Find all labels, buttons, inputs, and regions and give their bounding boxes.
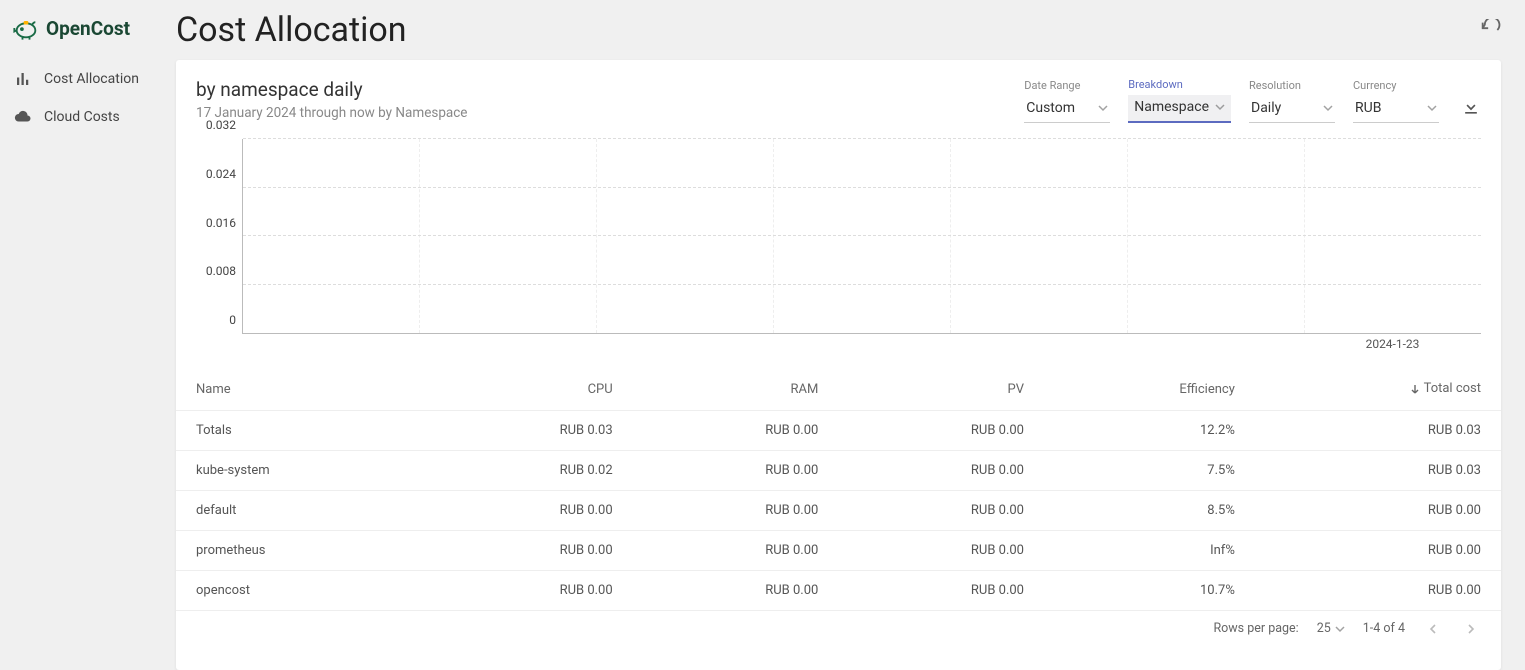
table-row[interactable]: defaultRUB 0.00RUB 0.00RUB 0.008.5%RUB 0… [176,490,1501,530]
x-tick-label [773,334,950,351]
cell-total: RUB 0.00 [1255,490,1501,530]
column-header[interactable]: Total cost [1255,369,1501,410]
x-tick-label [1127,334,1304,351]
cell-cpu: RUB 0.02 [427,450,633,490]
x-tick-label [950,334,1127,351]
cloud-icon [14,108,32,126]
piggy-bank-icon [12,14,40,42]
column-header[interactable]: CPU [427,369,633,410]
cell-ram: RUB 0.00 [633,530,839,570]
y-tick-label: 0.008 [206,264,236,278]
brand-text: OpenCost [46,17,130,40]
cell-pv: RUB 0.00 [838,490,1044,530]
cell-total: RUB 0.03 [1255,450,1501,490]
cell-name: default [176,490,427,530]
sidebar-item-label: Cloud Costs [44,109,120,125]
page-title: Cost Allocation [176,10,407,50]
column-header[interactable]: PV [838,369,1044,410]
cell-pv: RUB 0.00 [838,530,1044,570]
brand-logo: OpenCost [0,14,176,60]
cell-cpu: RUB 0.00 [427,530,633,570]
cost-chart: 00.0080.0160.0240.032 2024-1-23 [176,133,1501,355]
main-content: Cost Allocation by namespace daily 17 Ja… [176,0,1525,670]
cell-eff: 7.5% [1044,450,1255,490]
refresh-icon[interactable] [1479,19,1501,41]
prev-page-button[interactable] [1423,619,1443,639]
page-range-text: 1-4 of 4 [1363,621,1405,636]
x-tick-label [596,334,773,351]
chevron-right-icon [1466,624,1476,634]
filter-currency[interactable]: Currency RUB [1353,79,1439,123]
cell-total: RUB 0.00 [1255,570,1501,610]
filter-label: Date Range [1024,79,1110,92]
column-header[interactable]: Name [176,369,427,410]
table-row[interactable]: prometheusRUB 0.00RUB 0.00RUB 0.00Inf%RU… [176,530,1501,570]
x-tick-label [419,334,596,351]
table-row[interactable]: kube-systemRUB 0.02RUB 0.00RUB 0.007.5%R… [176,450,1501,490]
cell-name: kube-system [176,450,427,490]
cell-name: opencost [176,570,427,610]
chevron-down-icon [1427,103,1437,113]
x-tick-label: 2024-1-23 [1304,334,1481,351]
y-tick-label: 0.016 [206,216,236,230]
next-page-button[interactable] [1461,619,1481,639]
sidebar-item-cost-allocation[interactable]: Cost Allocation [0,60,176,98]
filter-value: RUB [1355,100,1381,116]
chevron-down-icon [1098,103,1108,113]
allocation-table: NameCPURAMPVEfficiencyTotal cost TotalsR… [176,369,1501,611]
cell-eff: 8.5% [1044,490,1255,530]
filter-label: Currency [1353,79,1439,92]
x-tick-label [242,334,419,351]
y-tick-label: 0 [229,313,236,327]
y-tick-label: 0.032 [206,118,236,132]
sidebar-item-cloud-costs[interactable]: Cloud Costs [0,98,176,136]
cell-ram: RUB 0.00 [633,570,839,610]
chevron-down-icon [1335,624,1345,634]
allocation-card: by namespace daily 17 January 2024 throu… [176,60,1501,670]
cell-cpu: RUB 0.00 [427,490,633,530]
sidebar: OpenCost Cost Allocation Cloud Costs [0,0,176,670]
rows-per-page-label: Rows per page: [1213,621,1298,636]
download-icon[interactable] [1461,97,1481,117]
cell-ram: RUB 0.00 [633,450,839,490]
table-pagination: Rows per page: 25 1-4 of 4 [176,611,1501,641]
filter-breakdown[interactable]: Breakdown Namespace [1128,78,1231,123]
filter-value: Namespace [1134,99,1209,115]
cell-pv: RUB 0.00 [838,410,1044,450]
filter-value: Daily [1251,100,1281,116]
cell-eff: Inf% [1044,530,1255,570]
chevron-down-icon [1215,102,1225,112]
filter-label: Resolution [1249,79,1335,92]
cell-name: prometheus [176,530,427,570]
rows-per-page-select[interactable]: 25 [1317,621,1345,636]
cell-pv: RUB 0.00 [838,570,1044,610]
sort-desc-icon [1410,384,1420,394]
cell-eff: 12.2% [1044,410,1255,450]
card-subtitle: by namespace daily [196,78,467,101]
date-range-text: 17 January 2024 through now by Namespace [196,105,467,121]
cell-ram: RUB 0.00 [633,410,839,450]
sidebar-item-label: Cost Allocation [44,71,139,87]
chevron-down-icon [1323,103,1333,113]
table-row[interactable]: TotalsRUB 0.03RUB 0.00RUB 0.0012.2%RUB 0… [176,410,1501,450]
chevron-left-icon [1428,624,1438,634]
cell-cpu: RUB 0.00 [427,570,633,610]
cell-cpu: RUB 0.03 [427,410,633,450]
column-header[interactable]: Efficiency [1044,369,1255,410]
cell-total: RUB 0.03 [1255,410,1501,450]
filter-bar: Date Range Custom Breakdown Namespace [1024,78,1481,123]
filter-date-range[interactable]: Date Range Custom [1024,79,1110,123]
y-tick-label: 0.024 [206,167,236,181]
column-header[interactable]: RAM [633,369,839,410]
cell-ram: RUB 0.00 [633,490,839,530]
filter-value: Custom [1026,100,1075,116]
table-row[interactable]: opencostRUB 0.00RUB 0.00RUB 0.0010.7%RUB… [176,570,1501,610]
filter-resolution[interactable]: Resolution Daily [1249,79,1335,123]
filter-label: Breakdown [1128,78,1231,91]
cell-total: RUB 0.00 [1255,530,1501,570]
cell-eff: 10.7% [1044,570,1255,610]
cell-pv: RUB 0.00 [838,450,1044,490]
bar-chart-icon [14,70,32,88]
cell-name: Totals [176,410,427,450]
